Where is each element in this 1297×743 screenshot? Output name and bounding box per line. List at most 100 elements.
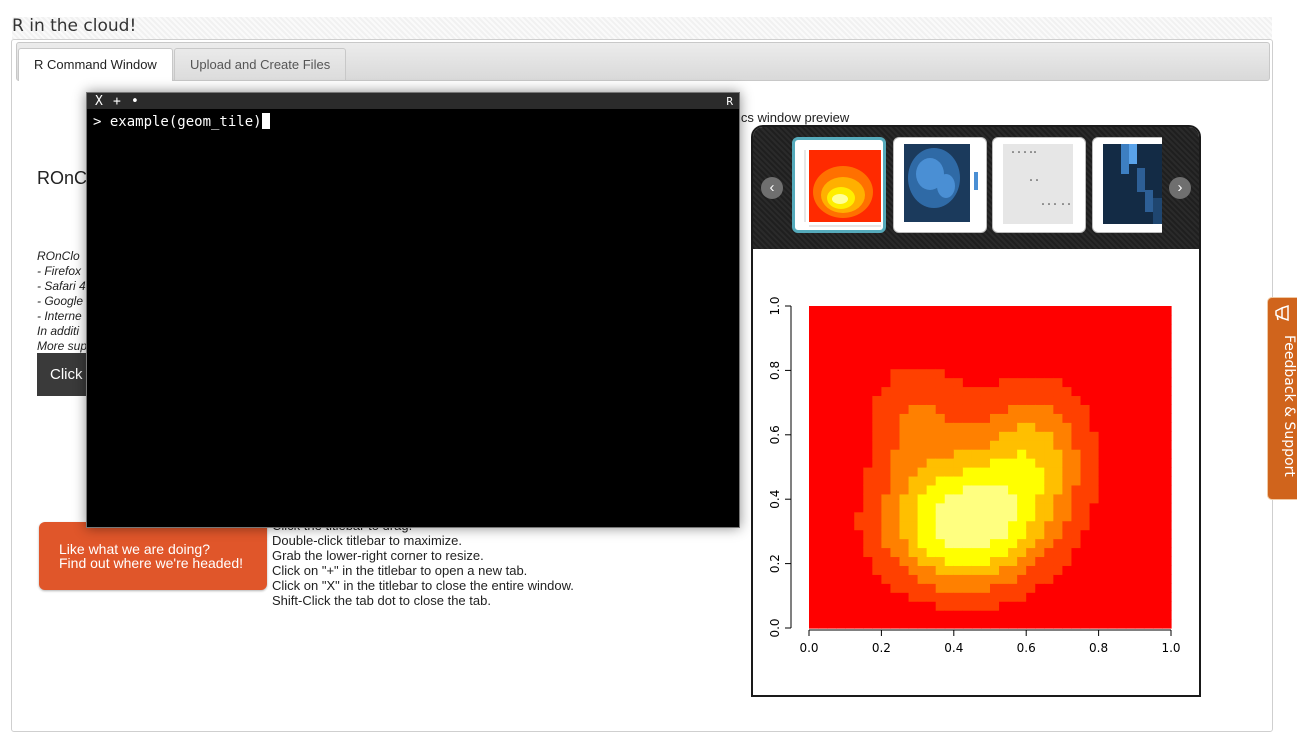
heatmap-cell xyxy=(990,565,1000,575)
terminal-command[interactable]: example(geom_tile) xyxy=(110,114,262,130)
heatmap-cell xyxy=(990,574,1000,584)
tab-upload-create-files[interactable]: Upload and Create Files xyxy=(174,48,347,80)
heatmap-cell xyxy=(971,431,982,441)
heatmap-cell xyxy=(962,413,973,423)
carousel-next-button[interactable]: › xyxy=(1169,177,1191,199)
heatmap-cell xyxy=(1116,431,1127,441)
heatmap-cell xyxy=(809,350,819,361)
heatmap-cell xyxy=(1098,449,1109,459)
heatmap-cell xyxy=(971,359,982,370)
heatmap-cell xyxy=(990,449,1000,459)
heatmap-cell xyxy=(818,511,828,522)
terminal-titlebar[interactable]: X + • R xyxy=(87,93,739,109)
heatmap-cell xyxy=(999,449,1009,459)
heatmap-cell xyxy=(1107,377,1118,388)
heatmap-cell xyxy=(899,314,910,325)
heatmap-cell xyxy=(827,547,837,558)
heatmap-cell xyxy=(1098,475,1109,486)
heatmap-cell xyxy=(845,592,855,602)
heatmap-cell xyxy=(935,529,946,540)
heatmap-cell xyxy=(827,574,837,584)
heatmap-cell xyxy=(1152,484,1163,495)
heatmap-cell xyxy=(1071,583,1082,593)
close-window-button[interactable]: X xyxy=(95,93,103,111)
heatmap-cell xyxy=(953,314,964,325)
heatmap-cell xyxy=(1152,475,1163,486)
heatmap-cell xyxy=(1017,440,1027,450)
heatmap-cell xyxy=(953,368,964,379)
heatmap-cell xyxy=(1062,592,1073,602)
browser-support-list: ROnClo - Firefox - Safari 4 - Google - I… xyxy=(37,249,87,354)
heatmap-cell xyxy=(1008,431,1018,441)
heatmap-cell xyxy=(1080,475,1091,486)
heatmap-cell xyxy=(1152,386,1163,397)
heatmap-cell xyxy=(1044,538,1054,549)
heatmap-cell xyxy=(917,413,928,423)
heatmap-cell xyxy=(1152,556,1163,566)
heatmap-cell xyxy=(1026,601,1036,611)
carousel-prev-button[interactable]: ‹ xyxy=(761,177,783,199)
heatmap-cell xyxy=(1017,601,1027,611)
new-tab-button[interactable]: + xyxy=(113,93,121,111)
heatmap-cell xyxy=(1071,565,1082,575)
heatmap-cell xyxy=(809,547,819,558)
r-terminal-window[interactable]: X + • R > example(geom_tile) xyxy=(86,92,740,528)
heatmap-cell xyxy=(827,440,837,450)
heatmap-cell xyxy=(1044,350,1054,361)
heatmap-cell xyxy=(1134,413,1145,423)
heatmap-cell xyxy=(926,341,937,352)
heatmap-cell xyxy=(962,368,973,379)
thumbnail-blue-tiles[interactable] xyxy=(1092,137,1162,233)
heatmap-cell xyxy=(1089,484,1100,495)
heatmap-cell xyxy=(818,395,828,405)
heatmap-cell xyxy=(854,440,864,450)
intro-heading: ROnC xyxy=(37,168,88,188)
heatmap-cell xyxy=(845,386,855,397)
heatmap-cell xyxy=(999,377,1009,388)
heatmap-cell xyxy=(1035,422,1045,432)
heatmap-cell xyxy=(1089,386,1100,397)
thumbnail-heat-density[interactable] xyxy=(792,137,886,233)
heatmap-cell xyxy=(1017,520,1027,531)
heatmap-cell xyxy=(809,520,819,531)
heatmap-cell xyxy=(818,377,828,388)
tab-r-command-window[interactable]: R Command Window xyxy=(18,48,173,81)
heatmap-cell xyxy=(890,377,901,388)
heatmap-cell xyxy=(917,341,928,352)
heatmap-cell xyxy=(890,475,901,486)
heatmap-cell xyxy=(971,556,982,566)
heatmap-cell xyxy=(1044,395,1054,405)
heatmap-cell xyxy=(944,467,955,477)
heatmap-cell xyxy=(944,583,955,593)
tab-dot[interactable]: • xyxy=(131,93,139,111)
heatmap-cell xyxy=(962,323,973,334)
thumbnail-scatter[interactable] xyxy=(992,137,1086,233)
thumbnail-blue-density[interactable] xyxy=(893,137,987,233)
heatmap-cell xyxy=(836,359,846,370)
heatmap-cell xyxy=(1125,529,1136,540)
feedback-support-tab[interactable]: Feedback & Support xyxy=(1267,297,1297,500)
terminal-console[interactable]: > example(geom_tile) xyxy=(93,113,270,130)
roadmap-cta-button[interactable]: Like what we are doing? Find out where w… xyxy=(39,522,267,590)
heatmap-cell xyxy=(980,359,991,370)
heatmap-cell xyxy=(971,538,982,549)
heatmap-cell xyxy=(836,538,846,549)
heatmap-cell xyxy=(935,592,946,602)
heatmap-cell xyxy=(836,601,846,611)
heatmap-cell xyxy=(1089,350,1100,361)
heatmap-cell xyxy=(1098,619,1109,629)
heatmap-cell xyxy=(1116,601,1127,611)
heatmap-cell xyxy=(1098,538,1109,549)
heatmap-cell xyxy=(944,592,955,602)
heatmap-cell xyxy=(1098,323,1109,334)
heatmap-cell xyxy=(1161,610,1172,620)
heatmap-cell xyxy=(1035,565,1045,575)
heatmap-cell xyxy=(1035,314,1045,325)
heatmap-cell xyxy=(827,413,837,423)
heatmap-cell xyxy=(1143,619,1154,629)
heatmap-cell xyxy=(1152,368,1163,379)
heatmap-cell xyxy=(818,574,828,584)
heatmap-cell xyxy=(854,529,864,540)
heatmap-cell xyxy=(1134,458,1145,468)
heatmap-cell xyxy=(944,458,955,468)
